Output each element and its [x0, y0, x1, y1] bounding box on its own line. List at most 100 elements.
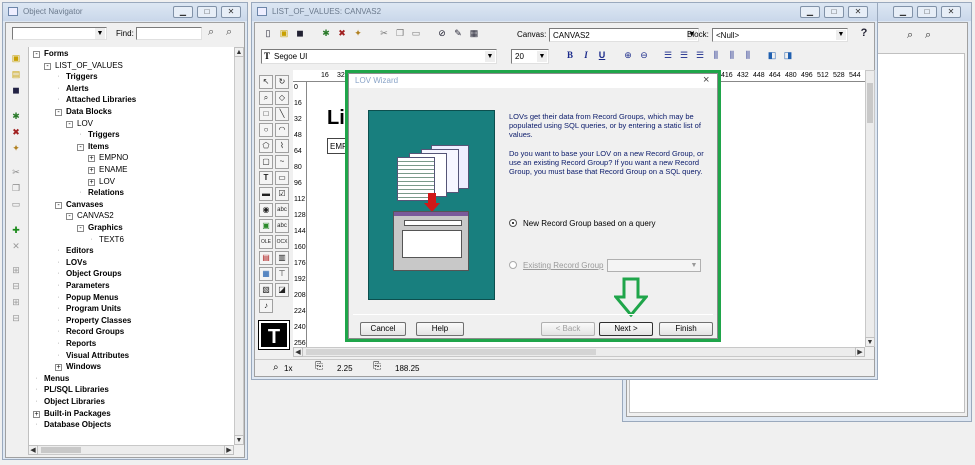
expand-icon[interactable]: + [88, 167, 95, 174]
scroll-right-icon[interactable]: ▶ [224, 445, 234, 455]
new-icon[interactable]: ▯ [261, 26, 275, 40]
cut-icon[interactable]: ✂ [9, 165, 23, 179]
bold-button[interactable]: B [563, 48, 577, 62]
select-tool-icon[interactable]: ↖ [259, 75, 273, 89]
leaf-icon[interactable]: · [33, 375, 40, 383]
scroll-down-icon[interactable]: ▼ [234, 435, 244, 445]
debug-icon[interactable]: ✖ [9, 125, 23, 139]
collapse-icon[interactable]: - [33, 51, 40, 58]
existing-record-group-select[interactable]: ▼ [607, 259, 701, 272]
leaf-icon[interactable]: · [55, 317, 62, 325]
frame-tool-icon[interactable]: ▭ [275, 171, 289, 185]
list-item-tool-icon[interactable]: ▤ [259, 251, 273, 265]
open-icon[interactable]: ▤ [9, 67, 23, 81]
sound-tool-icon[interactable]: ♪ [259, 299, 273, 313]
leaf-icon[interactable]: · [55, 73, 62, 81]
rounded-rect-tool-icon[interactable]: ▢ [259, 155, 273, 169]
scroll-left-icon[interactable]: ◀ [28, 445, 38, 455]
reshape-tool-icon[interactable]: ◇ [275, 91, 289, 105]
scroll-thumb[interactable] [41, 447, 81, 453]
navigator-titlebar[interactable]: Object Navigator ▁ □ ✕ [3, 3, 247, 21]
clear-icon[interactable]: ⊘ [435, 26, 449, 40]
layout-editor-titlebar[interactable]: LIST_OF_VALUES: CANVAS2 ▁ □ ✕ [252, 3, 877, 21]
align-right-icon[interactable]: ☰ [693, 48, 707, 62]
close-icon[interactable]: ✕ [221, 6, 241, 18]
collapse-icon[interactable]: - [55, 109, 62, 116]
zoom-in-icon[interactable]: ⊕ [621, 48, 635, 62]
underline-button[interactable]: U [595, 48, 609, 62]
ellipse-tool-icon[interactable]: ○ [259, 123, 273, 137]
minimize-icon[interactable]: ▁ [173, 6, 193, 18]
scroll-left-icon[interactable]: ◀ [293, 347, 303, 357]
scroll-down-icon[interactable]: ▼ [865, 337, 875, 347]
leaf-icon[interactable]: · [55, 294, 62, 302]
collapse-icon[interactable]: - [77, 225, 84, 232]
paste-icon[interactable]: ▭ [409, 26, 423, 40]
text-tool-icon[interactable]: T [259, 171, 273, 185]
scroll-thumb[interactable] [867, 83, 873, 123]
layout-vertical-scrollbar[interactable]: ▼ [865, 70, 875, 347]
leaf-icon[interactable]: · [33, 386, 40, 394]
maximize-icon[interactable]: □ [917, 6, 937, 18]
collapse-icon[interactable]: - [66, 120, 73, 128]
run-icon[interactable]: ✱ [319, 26, 333, 40]
delete-icon[interactable]: ✕ [9, 239, 23, 253]
minimize-icon[interactable]: ▁ [893, 6, 913, 18]
align-middle-icon[interactable]: ⫼ [725, 48, 739, 62]
open-folder-icon[interactable]: ▣ [9, 51, 23, 65]
button-tool-icon[interactable]: ▬ [259, 187, 273, 201]
leaf-icon[interactable]: · [33, 398, 40, 406]
font-size-select[interactable]: 20 ▼ [511, 49, 549, 64]
save-icon[interactable]: ◼ [293, 26, 307, 40]
send-back-icon[interactable]: ◨ [781, 48, 795, 62]
scroll-right-icon[interactable]: ▶ [855, 347, 865, 357]
close-icon[interactable]: ✕ [941, 6, 961, 18]
copy-icon[interactable]: ❐ [393, 26, 407, 40]
paste-icon[interactable]: ▭ [9, 197, 23, 211]
finish-button[interactable]: Finish [659, 322, 713, 336]
bean-area-tool-icon[interactable]: ◪ [275, 283, 289, 297]
leaf-icon[interactable]: · [55, 352, 62, 360]
expand-icon[interactable]: + [33, 410, 40, 418]
collapse-icon[interactable]: - [77, 143, 84, 151]
cut-icon[interactable]: ✂ [377, 26, 391, 40]
copy-icon[interactable]: ❐ [9, 181, 23, 195]
ole-tool-icon[interactable]: OLE [259, 235, 273, 249]
find-prev-icon[interactable]: ⌕ [226, 26, 232, 39]
properties-icon[interactable]: ▦ [467, 26, 481, 40]
radio-new-record-group[interactable]: New Record Group based on a query [509, 218, 709, 230]
radio-existing-record-group[interactable]: Existing Record Group ▼ [509, 259, 709, 273]
checkbox-tool-icon[interactable]: ☑ [275, 187, 289, 201]
next-button[interactable]: Next > [599, 322, 653, 336]
polygon-tool-icon[interactable]: ⬠ [259, 139, 273, 153]
find-next-icon[interactable]: ⌕ [208, 26, 214, 39]
collapse-icon[interactable]: ⊟ [9, 279, 23, 293]
expand-icon[interactable]: ⊞ [9, 263, 23, 277]
navigator-horizontal-scrollbar[interactable]: ◀ ▶ [28, 445, 234, 455]
scroll-up-icon[interactable]: ▲ [234, 47, 244, 57]
text-item-tool-icon[interactable]: abc [275, 203, 289, 217]
leaf-icon[interactable]: · [77, 131, 84, 139]
leaf-icon[interactable]: · [88, 236, 95, 244]
bring-front-icon[interactable]: ◧ [765, 48, 779, 62]
leaf-icon[interactable]: · [55, 340, 62, 348]
expand-icon[interactable]: + [55, 364, 62, 372]
font-name-select[interactable]: T Segoe UI ▼ [261, 49, 497, 64]
expand-icon[interactable]: + [88, 155, 95, 163]
magnify-tool-icon[interactable]: ⌕ [259, 91, 273, 105]
line-tool-icon[interactable]: ╲ [275, 107, 289, 121]
compile-icon[interactable]: ✦ [9, 141, 23, 155]
find-prev-icon[interactable]: ⌕ [925, 29, 931, 42]
activex-tool-icon[interactable]: OCX [275, 235, 289, 249]
collapse-icon[interactable]: - [55, 201, 62, 209]
radio-tool-icon[interactable]: ◉ [259, 203, 273, 217]
maximize-icon[interactable]: □ [197, 6, 217, 18]
leaf-icon[interactable]: · [55, 282, 62, 290]
leaf-icon[interactable]: · [55, 247, 62, 255]
freehand-tool-icon[interactable]: ~ [275, 155, 289, 169]
align-top-icon[interactable]: ⫼ [709, 48, 723, 62]
leaf-icon[interactable]: · [55, 328, 62, 336]
find-next-icon[interactable]: ⌕ [907, 29, 913, 42]
arc-tool-icon[interactable]: ◠ [275, 123, 289, 137]
open-folder-icon[interactable]: ▣ [277, 26, 291, 40]
